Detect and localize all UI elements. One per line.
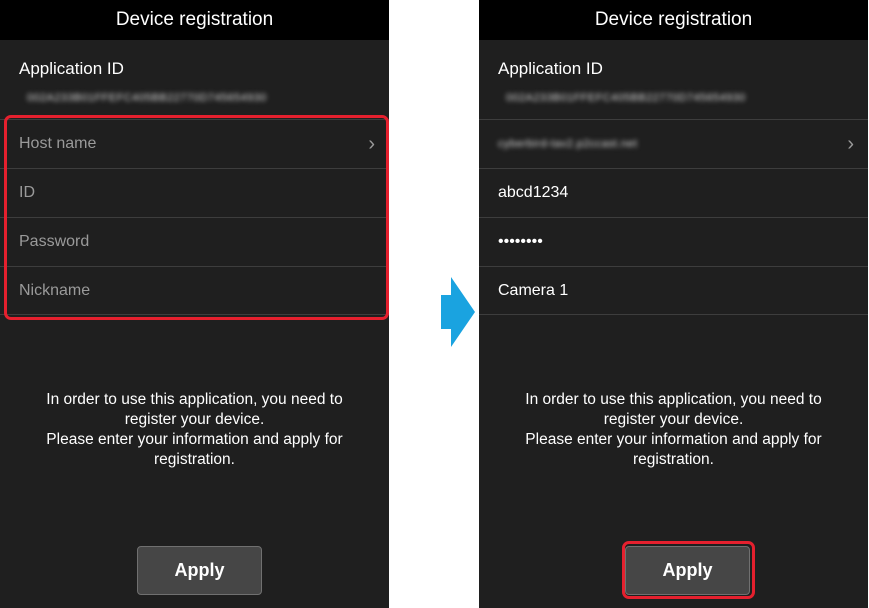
application-id-value: 002A233B01FFEFC405BB22770D745654930 (27, 92, 267, 104)
password-placeholder: Password (19, 233, 90, 250)
apply-button[interactable]: Apply (625, 546, 750, 595)
apply-button[interactable]: Apply (137, 546, 262, 595)
info-line: Please enter your information and apply … (46, 431, 343, 468)
registration-screen-before: Device registration Application ID 002A2… (0, 0, 389, 608)
application-id-label: Application ID (19, 59, 124, 78)
chevron-right-icon: › (847, 133, 854, 155)
registration-info-text: In order to use this application, you ne… (19, 390, 370, 470)
screen-title: Device registration (0, 0, 389, 40)
password-field[interactable]: •••••••• (479, 217, 868, 266)
nickname-placeholder: Nickname (19, 282, 91, 299)
nickname-value: Camera 1 (498, 282, 569, 299)
info-line: In order to use this application, you ne… (46, 391, 343, 428)
password-value: •••••••• (498, 233, 543, 250)
registration-screen-after: Device registration Application ID 002A2… (479, 0, 868, 608)
nickname-field[interactable]: Nickname (0, 266, 389, 315)
host-name-value: cyberbird-tav2.p2ccast.net (498, 138, 638, 150)
arrow-right-icon (441, 277, 475, 347)
id-placeholder: ID (19, 184, 35, 201)
id-field[interactable]: ID (0, 168, 389, 217)
application-id-value: 002A233B01FFEFC405BB22770D745654930 (506, 92, 746, 104)
id-field[interactable]: abcd1234 (479, 168, 868, 217)
info-line: Please enter your information and apply … (525, 431, 822, 468)
nickname-field[interactable]: Camera 1 (479, 266, 868, 315)
chevron-right-icon: › (368, 133, 375, 155)
application-id-label: Application ID (498, 59, 603, 78)
info-line: In order to use this application, you ne… (525, 391, 822, 428)
id-value: abcd1234 (498, 184, 569, 201)
screen-title: Device registration (479, 0, 868, 40)
password-field[interactable]: Password (0, 217, 389, 266)
host-name-field[interactable]: Host name › (0, 119, 389, 168)
host-name-placeholder: Host name (19, 135, 97, 152)
host-name-field[interactable]: cyberbird-tav2.p2ccast.net › (479, 119, 868, 168)
registration-info-text: In order to use this application, you ne… (498, 390, 849, 470)
